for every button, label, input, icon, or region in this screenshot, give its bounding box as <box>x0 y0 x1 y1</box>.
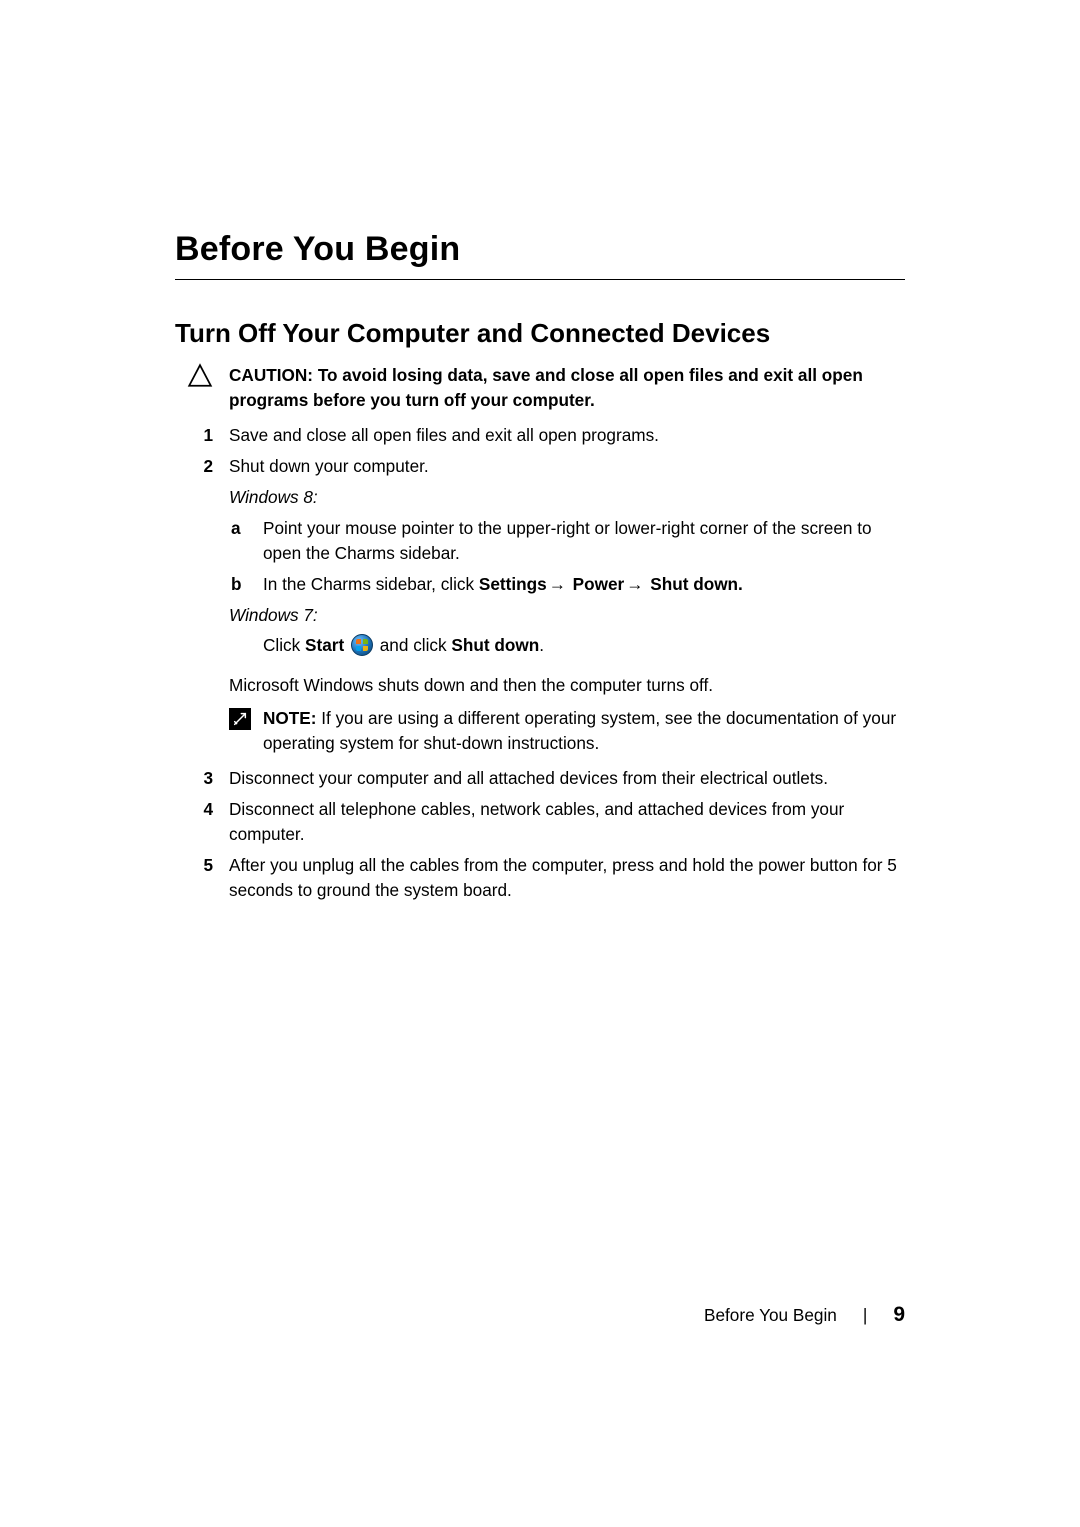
step-text: Disconnect all telephone cables, network… <box>229 797 905 847</box>
step-4: 4 Disconnect all telephone cables, netwo… <box>175 797 905 847</box>
step-2-body: Shut down your computer. Windows 8: a Po… <box>229 454 905 756</box>
substep-b-prefix: In the Charms sidebar, click <box>263 574 479 594</box>
substep-text: Point your mouse pointer to the upper-ri… <box>263 516 905 566</box>
shutdown-label: Shut down. <box>650 574 743 594</box>
shutdown-label: Shut down <box>451 635 539 655</box>
step-text: After you unplug all the cables from the… <box>229 853 905 903</box>
substep-a: a Point your mouse pointer to the upper-… <box>229 516 905 566</box>
section-title: Turn Off Your Computer and Connected Dev… <box>175 318 905 349</box>
note-body: If you are using a different operating s… <box>263 708 896 753</box>
caution-icon <box>175 363 229 396</box>
substep-text: In the Charms sidebar, click Settings→ P… <box>263 572 905 597</box>
and-click-text: and click <box>375 635 451 655</box>
page: Before You Begin Turn Off Your Computer … <box>0 0 1080 1527</box>
substep-letter: b <box>229 572 263 597</box>
note-label: NOTE: <box>263 708 316 728</box>
arrow-icon: → <box>626 572 643 597</box>
settings-label: Settings <box>479 574 547 594</box>
footer-separator: | <box>863 1305 867 1326</box>
substep-b: b In the Charms sidebar, click Settings→… <box>229 572 905 597</box>
caution-body: To avoid losing data, save and close all… <box>229 365 863 410</box>
substep-letter: a <box>229 516 263 541</box>
windows7-label: Windows 7: <box>229 603 905 628</box>
step-2: 2 Shut down your computer. Windows 8: a … <box>175 454 905 756</box>
note-icon <box>229 706 263 730</box>
page-footer: Before You Begin | 9 <box>704 1303 905 1327</box>
step-1: 1 Save and close all open files and exit… <box>175 423 905 448</box>
note-block: NOTE: If you are using a different opera… <box>229 706 905 756</box>
caution-text: CAUTION: To avoid losing data, save and … <box>229 363 905 413</box>
step-number: 5 <box>175 853 229 878</box>
step-number: 1 <box>175 423 229 448</box>
footer-section: Before You Begin <box>704 1305 837 1326</box>
note-text: NOTE: If you are using a different opera… <box>263 706 905 756</box>
step-3: 3 Disconnect your computer and all attac… <box>175 766 905 791</box>
step-text: Shut down your computer. <box>229 454 905 479</box>
page-number: 9 <box>893 1303 905 1327</box>
start-button-icon <box>351 634 373 656</box>
shutdown-result: Microsoft Windows shuts down and then th… <box>229 673 905 698</box>
win7-instruction: Click Start and click Shut down. <box>229 633 905 659</box>
caution-block: CAUTION: To avoid losing data, save and … <box>175 363 905 413</box>
power-label: Power <box>573 574 625 594</box>
step-number: 2 <box>175 454 229 479</box>
start-label: Start <box>305 635 344 655</box>
period: . <box>539 635 544 655</box>
step-5: 5 After you unplug all the cables from t… <box>175 853 905 903</box>
page-title: Before You Begin <box>175 230 905 280</box>
step-text: Save and close all open files and exit a… <box>229 423 905 448</box>
click-text: Click <box>263 635 305 655</box>
step-number: 3 <box>175 766 229 791</box>
caution-label: CAUTION: <box>229 365 313 385</box>
step-number: 4 <box>175 797 229 822</box>
windows8-label: Windows 8: <box>229 485 905 510</box>
arrow-icon: → <box>549 572 566 597</box>
step-text: Disconnect your computer and all attache… <box>229 766 905 791</box>
